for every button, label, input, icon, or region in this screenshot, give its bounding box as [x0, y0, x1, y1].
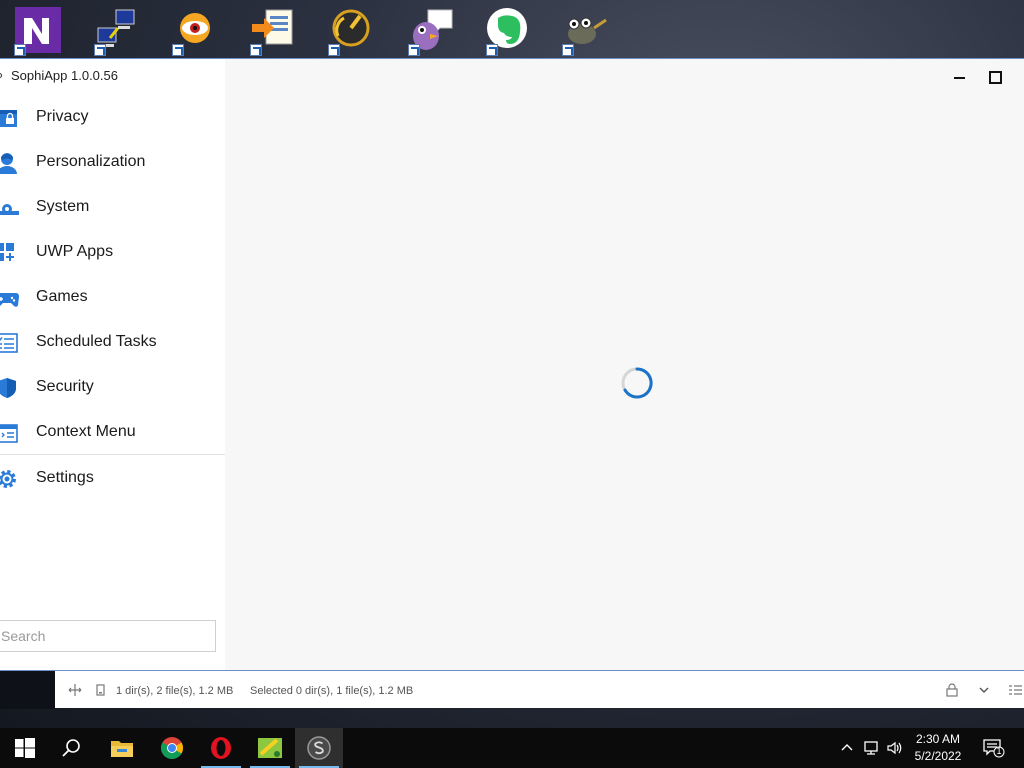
desktop-shortcut-n-icon[interactable] — [12, 6, 62, 56]
uwp-apps-icon — [0, 243, 14, 261]
nav-divider — [0, 454, 225, 455]
desktop-shortcut-eye-icon[interactable] — [170, 6, 220, 56]
nav-item-scheduled-tasks[interactable]: Scheduled Tasks — [0, 322, 225, 362]
list-view-icon[interactable] — [1008, 683, 1022, 697]
desktop-shortcut-network-icon[interactable] — [92, 6, 142, 56]
app-logo-icon — [0, 73, 2, 78]
privacy-icon — [0, 110, 17, 127]
nav-item-context-menu[interactable]: Context Menu — [0, 412, 225, 452]
app-title: SophiApp 1.0.0.56 — [11, 68, 118, 83]
sophiapp-window: SophiApp 1.0.0.56 Privacy Personalizatio… — [0, 58, 1024, 671]
shortcut-arrow-icon — [562, 44, 574, 56]
sidebar: SophiApp 1.0.0.56 Privacy Personalizatio… — [0, 59, 225, 671]
dir-info-text: 1 dir(s), 2 file(s), 1.2 MB — [116, 685, 234, 697]
shortcut-arrow-icon — [328, 44, 340, 56]
nav-label-security: Security — [36, 378, 94, 395]
personalization-icon — [0, 153, 17, 174]
desktop-icon-row — [0, 0, 1024, 58]
taskbar-search-button[interactable] — [48, 728, 96, 768]
nav-item-personalization[interactable]: Personalization — [0, 142, 225, 182]
nav-item-games[interactable]: Games — [0, 277, 225, 317]
taskbar-chrome[interactable] — [148, 728, 196, 768]
selected-info-text: Selected 0 dir(s), 1 file(s), 1.2 MB — [250, 685, 414, 697]
gamepad-icon — [0, 293, 19, 307]
start-button[interactable] — [0, 728, 48, 768]
chrome-icon — [161, 737, 183, 759]
opera-icon — [211, 737, 231, 759]
paint-brush-icon — [258, 738, 282, 758]
shield-icon — [0, 378, 16, 398]
shortcut-arrow-icon — [14, 44, 26, 56]
statusbar-dark-area — [0, 671, 55, 709]
shortcut-arrow-icon — [172, 44, 184, 56]
nav-label-games: Games — [36, 288, 88, 305]
nav-label-context-menu: Context Menu — [36, 423, 136, 440]
taskbar: 2:30 AM 5/2/2022 1 — [0, 728, 1024, 768]
action-center-button[interactable]: 1 — [983, 738, 1005, 758]
taskbar-sophiapp[interactable] — [295, 728, 343, 768]
nav-label-settings: Settings — [36, 469, 94, 486]
nav-item-uwp-apps[interactable]: UWP Apps — [0, 232, 225, 272]
gear-icon — [0, 470, 16, 488]
search-input[interactable] — [0, 620, 216, 652]
desktop-shortcut-gauge-icon[interactable] — [326, 6, 376, 56]
taskbar-file-explorer[interactable] — [98, 728, 146, 768]
clock-time: 2:30 AM — [915, 732, 961, 746]
nav-item-security[interactable]: Security — [0, 367, 225, 407]
resize-arrows-icon[interactable] — [68, 683, 82, 697]
shortcut-arrow-icon — [486, 44, 498, 56]
nav-label-personalization: Personalization — [36, 153, 146, 170]
nav-item-privacy[interactable]: Privacy — [0, 97, 225, 137]
folder-icon — [111, 741, 133, 757]
chevron-down-icon[interactable] — [977, 683, 991, 697]
system-icon — [0, 204, 19, 215]
sophiapp-logo-icon — [307, 736, 331, 760]
notification-count: 1 — [996, 746, 1002, 756]
minimize-button[interactable] — [952, 69, 968, 85]
nav-label-uwp-apps: UWP Apps — [36, 243, 114, 260]
nav-label-system: System — [36, 198, 90, 215]
windows-logo-icon — [15, 738, 35, 758]
context-menu-icon — [0, 424, 18, 443]
search-icon — [62, 739, 80, 757]
volume-icon[interactable] — [886, 740, 902, 756]
taskbar-clock[interactable]: 2:30 AM 5/2/2022 — [905, 731, 971, 765]
taskbar-opera[interactable] — [197, 728, 245, 768]
desktop-shortcut-gimp-icon[interactable] — [560, 6, 610, 56]
taskbar-paint-app[interactable] — [246, 728, 294, 768]
network-icon[interactable] — [863, 740, 879, 756]
shortcut-arrow-icon — [408, 44, 420, 56]
shortcut-arrow-icon — [250, 44, 262, 56]
clock-date: 5/2/2022 — [914, 749, 962, 763]
drive-icon — [96, 684, 105, 696]
scheduled-tasks-icon — [0, 333, 18, 353]
shortcut-arrow-icon — [94, 44, 106, 56]
chevron-up-icon[interactable] — [839, 740, 855, 756]
desktop-shortcut-evernote-icon[interactable] — [484, 6, 534, 56]
nav-item-settings[interactable]: Settings — [0, 458, 225, 498]
desktop-shortcut-pidgin-icon[interactable] — [406, 6, 456, 56]
maximize-button[interactable] — [987, 69, 1003, 85]
nav-item-system[interactable]: System — [0, 187, 225, 227]
file-manager-statusbar: 1 dir(s), 2 file(s), 1.2 MB Selected 0 d… — [0, 670, 1024, 709]
nav-label-scheduled-tasks: Scheduled Tasks — [36, 333, 157, 350]
loading-spinner-icon — [621, 367, 653, 399]
desktop-shortcut-transfer-icon[interactable] — [248, 6, 298, 56]
lock-icon[interactable] — [945, 683, 959, 697]
nav-label-privacy: Privacy — [36, 108, 89, 125]
